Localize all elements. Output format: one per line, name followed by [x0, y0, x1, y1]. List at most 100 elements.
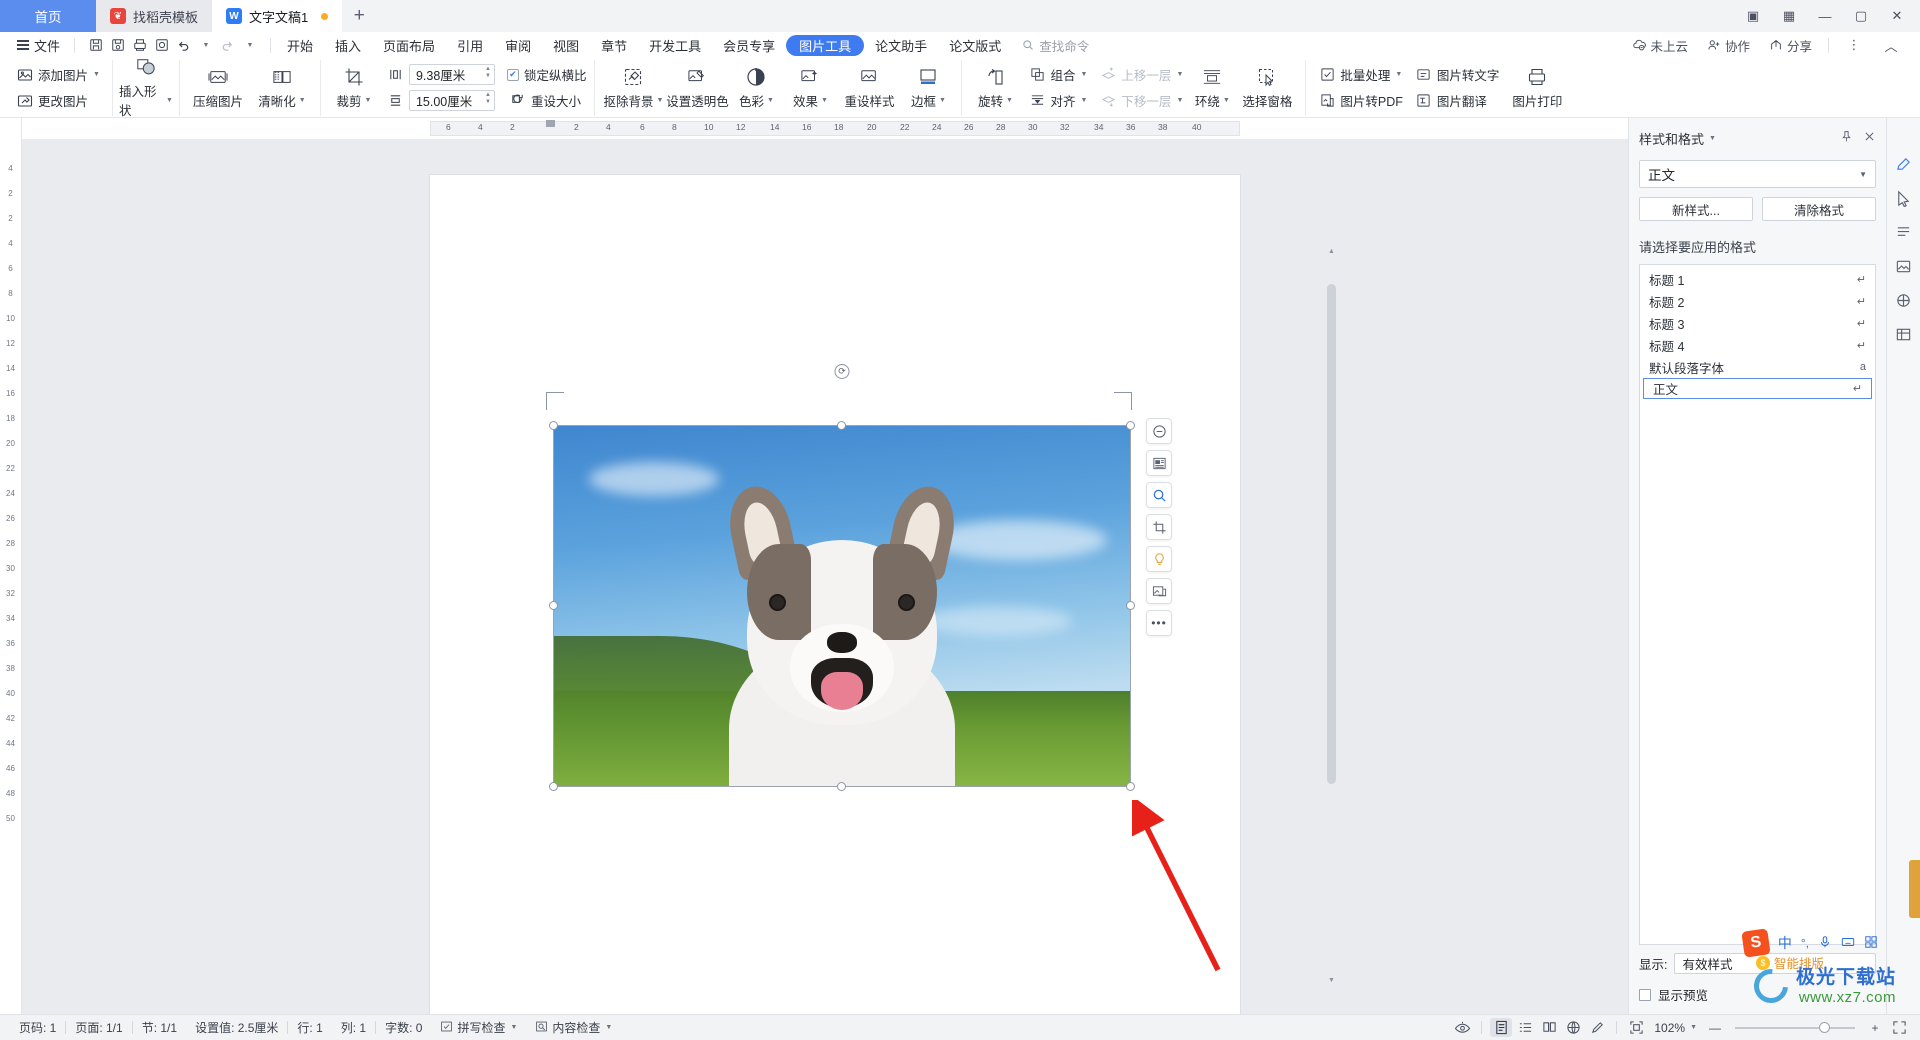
change-picture-button[interactable]: 更改图片	[10, 89, 106, 112]
resize-handle-ne[interactable]	[1126, 421, 1135, 430]
picture-width-input[interactable]: 9.38厘米 ▲ ▼	[408, 64, 495, 85]
new-style-button[interactable]: 新样式...	[1639, 197, 1753, 221]
send-backward-button[interactable]: 下移一层 ▼	[1093, 89, 1189, 112]
style-item-default-paragraph-font[interactable]: 默认段落字体 a	[1640, 356, 1875, 378]
pen-view-icon[interactable]	[1586, 1018, 1608, 1037]
menu-item-page-layout[interactable]: 页面布局	[372, 35, 446, 56]
pin-icon[interactable]	[1840, 130, 1853, 146]
scrollbar-thumb[interactable]	[1327, 284, 1336, 784]
paragraph-icon[interactable]	[1895, 224, 1912, 244]
menu-item-thesis-helper[interactable]: 论文助手	[864, 35, 938, 56]
minimize-icon[interactable]: —	[1808, 1, 1842, 31]
reset-size-button[interactable]: 重设大小	[505, 89, 585, 112]
crop-button[interactable]: 裁剪 ▼	[327, 62, 381, 114]
horizontal-ruler[interactable]: 6 4 2 2 4 6 8 10 12 14 16 18 20 22 24 26…	[22, 118, 1628, 140]
outline-view-icon[interactable]	[1514, 1018, 1536, 1037]
picture-print-button[interactable]: 图片打印	[1505, 62, 1569, 114]
menu-item-picture-tools[interactable]: 图片工具	[786, 34, 865, 56]
fullscreen-icon[interactable]	[1888, 1018, 1910, 1037]
web-view-icon[interactable]	[1562, 1018, 1584, 1037]
print-preview-icon[interactable]	[151, 35, 172, 56]
menu-item-section[interactable]: 章节	[590, 35, 638, 56]
status-content-check[interactable]: 内容检查 ▼	[526, 1019, 621, 1036]
picture-translate-button[interactable]: 图片翻译	[1409, 89, 1506, 112]
resize-handle-sw[interactable]	[549, 782, 558, 791]
collaborate-button[interactable]: 协作	[1699, 34, 1758, 57]
eye-icon[interactable]	[1451, 1018, 1473, 1037]
ime-microphone-icon[interactable]	[1818, 935, 1832, 952]
restore-window-icon[interactable]: ▣	[1736, 1, 1770, 31]
resize-handle-w[interactable]	[549, 601, 558, 610]
resize-handle-n[interactable]	[837, 421, 846, 430]
more-options-icon[interactable]: ⋮	[1837, 30, 1871, 60]
menu-item-developer[interactable]: 开发工具	[638, 35, 712, 56]
current-style-select[interactable]: 正文 ▼	[1639, 160, 1876, 188]
style-item-body-text[interactable]: 正文 ↵	[1643, 378, 1872, 399]
resize-handle-nw[interactable]	[549, 421, 558, 430]
batch-process-button[interactable]: 批量处理 ▼	[1312, 63, 1409, 86]
indent-marker-icon[interactable]	[546, 120, 555, 127]
style-item-heading1[interactable]: 标题 1 ↵	[1640, 268, 1875, 290]
style-item-heading3[interactable]: 标题 3 ↵	[1640, 312, 1875, 334]
compress-picture-button[interactable]: 压缩图片	[186, 62, 250, 114]
remove-background-button[interactable]: 抠除背景 ▼	[601, 62, 665, 114]
more-options-button[interactable]: •••	[1146, 610, 1172, 636]
menu-item-thesis-layout[interactable]: 论文版式	[938, 35, 1012, 56]
color-button[interactable]: 色彩 ▼	[729, 62, 783, 114]
cloud-status-button[interactable]: 未上云	[1624, 34, 1696, 57]
husky-puppy-photo[interactable]	[554, 426, 1130, 786]
ime-keyboard-icon[interactable]	[1841, 935, 1855, 952]
sharpen-button[interactable]: 清晰化 ▼	[250, 62, 314, 114]
page-view-icon[interactable]	[1490, 1018, 1513, 1037]
file-menu-button[interactable]: 文件	[8, 34, 69, 56]
status-spell-check[interactable]: 拼写检查 ▼	[431, 1019, 526, 1036]
lock-aspect-ratio-checkbox[interactable]: ✔ 锁定纵横比	[506, 65, 586, 84]
resize-handle-e[interactable]	[1126, 601, 1135, 610]
resize-handle-se[interactable]	[1126, 782, 1135, 791]
ime-menu-icon[interactable]	[1864, 935, 1878, 952]
menu-item-view[interactable]: 视图	[542, 35, 590, 56]
save-icon[interactable]	[85, 35, 106, 56]
zoom-slider[interactable]	[1735, 1021, 1855, 1033]
spinner-arrows-icon[interactable]: ▲ ▼	[485, 66, 491, 79]
add-picture-button[interactable]: 添加图片 ▼	[10, 63, 106, 86]
insert-shape-button[interactable]: 插入形状 ▼	[119, 59, 173, 118]
wrap-text-button[interactable]	[1146, 450, 1172, 476]
clear-format-button[interactable]: 清除格式	[1762, 197, 1876, 221]
style-item-heading4[interactable]: 标题 4 ↵	[1640, 334, 1875, 356]
group-button[interactable]: 组合 ▼	[1022, 63, 1093, 86]
zoom-level[interactable]: 102% ▼	[1649, 1021, 1702, 1035]
zoom-slider-knob[interactable]	[1819, 1021, 1830, 1033]
rotate-handle[interactable]: ⟳	[834, 364, 850, 379]
cursor-select-icon[interactable]	[1895, 190, 1912, 210]
shrink-button[interactable]	[1146, 418, 1172, 444]
effects-button[interactable]: 效果 ▼	[783, 62, 837, 114]
picture-panel-icon[interactable]	[1895, 258, 1912, 278]
picture-to-text-button[interactable]: 图片转文字	[1409, 63, 1506, 86]
share-button[interactable]: 分享	[1761, 34, 1820, 57]
save-as-icon[interactable]	[107, 35, 128, 56]
print-icon[interactable]	[129, 35, 150, 56]
menu-item-insert[interactable]: 插入	[324, 35, 372, 56]
ime-punctuation-icon[interactable]: °,	[1801, 936, 1809, 950]
change-picture-button[interactable]	[1146, 578, 1172, 604]
maximize-icon[interactable]: ▢	[1844, 1, 1878, 31]
undo-icon[interactable]	[173, 35, 194, 56]
table-panel-icon[interactable]	[1895, 326, 1912, 346]
close-icon[interactable]	[1863, 130, 1876, 146]
reading-view-icon[interactable]	[1538, 1018, 1560, 1037]
close-icon[interactable]: ✕	[1880, 1, 1914, 31]
panel-collapse-handle[interactable]	[1909, 860, 1920, 918]
collapse-ribbon-icon[interactable]: ︿	[1874, 30, 1908, 60]
document-tab-wenzi1[interactable]: W 文字文稿1	[212, 0, 343, 32]
shape-panel-icon[interactable]	[1895, 292, 1912, 312]
picture-height-input[interactable]: 15.00厘米 ▲ ▼	[408, 90, 495, 111]
selection-pane-button[interactable]: 选择窗格	[1235, 62, 1299, 114]
selected-picture[interactable]: ⟳	[549, 364, 1135, 791]
zoom-picture-button[interactable]	[1146, 482, 1172, 508]
scroll-up-icon[interactable]: ▲	[1327, 248, 1336, 255]
ime-mode-label[interactable]: 中	[1778, 933, 1792, 953]
rotate-button[interactable]: 旋转 ▼	[968, 62, 1022, 114]
reset-style-button[interactable]: 重设样式	[837, 62, 901, 114]
zoom-in-button[interactable]: +	[1864, 1018, 1886, 1037]
